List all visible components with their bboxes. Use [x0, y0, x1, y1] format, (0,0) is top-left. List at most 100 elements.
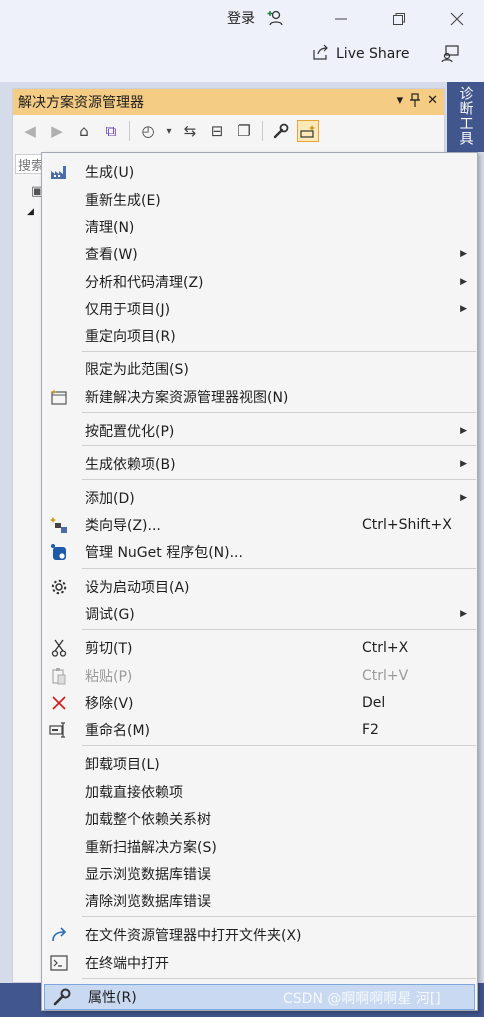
menu-separator: [82, 978, 476, 979]
close-icon[interactable]: ✕: [427, 93, 438, 111]
wrench-icon: [51, 986, 73, 1008]
menu-item[interactable]: 重新扫描解决方案(S): [42, 834, 477, 860]
menu-item-label: 粘贴(P): [85, 669, 133, 685]
menu-item-shortcut: Del: [362, 695, 386, 711]
menu-item[interactable]: 清除浏览数据库错误: [42, 888, 477, 914]
minimize-button[interactable]: [326, 6, 356, 32]
nuget-icon: [48, 541, 70, 563]
menu-item[interactable]: 加载直接依赖项: [42, 779, 477, 805]
menu-item-label: 在终端中打开: [85, 956, 169, 972]
panel-toolbar: ◀ ▶ ⌂ ⧉ ◴ ▾ ⇆ ⊟ ❐: [13, 115, 444, 147]
menu-item-label: 生成(U): [85, 165, 135, 181]
menu-item-label: 分析和代码清理(Z): [85, 275, 204, 291]
menu-item[interactable]: 重定向项目(R): [42, 323, 477, 349]
menu-item-label: 重新生成(E): [85, 193, 161, 209]
context-menu: 生成(U) 重新生成(E) 清理(N) 查看(W) ▶ 分析和代码清理(Z) ▶ 仅用于项目(…: [41, 152, 478, 1011]
menu-item-label: 加载整个依赖关系树: [85, 812, 211, 828]
paste-icon: [48, 665, 70, 687]
account-add-icon[interactable]: [266, 8, 286, 28]
menu-item-label: 新建解决方案资源管理器视图(N): [85, 390, 289, 406]
menu-item-label: 加载直接依赖项: [85, 785, 183, 801]
menu-item-label: 清除浏览数据库错误: [85, 894, 211, 910]
pending-changes-icon[interactable]: ◴: [137, 120, 159, 142]
home-icon[interactable]: ⌂: [73, 120, 95, 142]
menu-item[interactable]: 类向导(Z)... Ctrl+Shift+X: [42, 512, 477, 538]
submenu-arrow-icon: ▶: [460, 609, 467, 619]
back-icon[interactable]: ◀: [19, 120, 41, 142]
menu-item[interactable]: 管理 NuGet 程序包(N)...: [42, 539, 477, 565]
expand-arrow-icon[interactable]: ◢: [27, 207, 34, 217]
menu-item-label: 重定向项目(R): [85, 329, 176, 345]
menu-item-label: 添加(D): [85, 491, 135, 507]
menu-item[interactable]: 查看(W) ▶: [42, 241, 477, 267]
menu-item[interactable]: 重新生成(E): [42, 187, 477, 213]
menu-item-label: 在文件资源管理器中打开文件夹(X): [85, 928, 302, 944]
menu-item-label: 设为启动项目(A): [85, 580, 190, 596]
feedback-icon[interactable]: [440, 44, 460, 64]
menu-item[interactable]: 按配置优化(P) ▶: [42, 418, 477, 444]
menu-item[interactable]: 新建解决方案资源管理器视图(N): [42, 384, 477, 410]
live-share-label: Live Share: [336, 46, 410, 62]
menu-item[interactable]: 卸载项目(L): [42, 751, 477, 777]
menu-item-label: 卸载项目(L): [85, 757, 160, 773]
switch-views-icon[interactable]: ⧉: [100, 120, 122, 142]
menu-item[interactable]: 仅用于项目(J) ▶: [42, 296, 477, 322]
open-folder-icon: [48, 924, 70, 946]
live-share-button[interactable]: Live Share: [312, 44, 409, 64]
preview-selected-icon[interactable]: [297, 120, 319, 142]
remove-icon: [48, 692, 70, 714]
menu-item[interactable]: 在文件资源管理器中打开文件夹(X): [42, 922, 477, 948]
menu-item[interactable]: 清理(N): [42, 214, 477, 240]
properties-icon[interactable]: [270, 120, 292, 142]
rename-icon: [48, 719, 70, 741]
menu-item[interactable]: 剪切(T) Ctrl+X: [42, 635, 477, 661]
menu-separator: [82, 629, 476, 630]
menu-separator: [82, 445, 476, 446]
menu-item-label: 属性(R): [88, 990, 137, 1006]
menu-item-label: 查看(W): [85, 247, 138, 263]
title-bar: 登录 Live Share: [0, 0, 484, 82]
menu-item-label: 显示浏览数据库错误: [85, 867, 211, 883]
collapse-all-icon[interactable]: ⊟: [206, 120, 228, 142]
menu-item[interactable]: 限定为此范围(S): [42, 356, 477, 382]
menu-item[interactable]: 添加(D) ▶: [42, 485, 477, 511]
menu-separator: [82, 412, 476, 413]
diagnostics-tab[interactable]: 诊断工具: [447, 82, 484, 152]
menu-item-shortcut: F2: [362, 722, 379, 738]
pin-icon[interactable]: [410, 93, 421, 111]
close-window-button[interactable]: [442, 6, 472, 32]
submenu-arrow-icon: ▶: [460, 426, 467, 436]
menu-item[interactable]: 调试(G) ▶: [42, 601, 477, 627]
menu-item-shortcut: Ctrl+Shift+X: [362, 517, 452, 533]
panel-title-bar[interactable]: 解决方案资源管理器 ▾ ✕: [13, 89, 444, 115]
menu-item[interactable]: 重命名(M) F2: [42, 717, 477, 743]
menu-item[interactable]: 生成依赖项(B) ▶: [42, 451, 477, 477]
panel-title: 解决方案资源管理器: [18, 95, 144, 111]
submenu-arrow-icon: ▶: [460, 304, 467, 314]
menu-item-label: 按配置优化(P): [85, 424, 175, 440]
menu-item[interactable]: 分析和代码清理(Z) ▶: [42, 269, 477, 295]
build-icon: [48, 161, 70, 183]
menu-item[interactable]: 生成(U): [42, 159, 477, 185]
forward-icon[interactable]: ▶: [46, 120, 68, 142]
scissors-icon: [48, 637, 70, 659]
menu-item[interactable]: 加载整个依赖关系树: [42, 806, 477, 832]
restore-button[interactable]: [384, 6, 414, 32]
share-icon: [312, 44, 330, 64]
menu-item-label: 管理 NuGet 程序包(N)...: [85, 545, 243, 561]
menu-item[interactable]: 显示浏览数据库错误: [42, 861, 477, 887]
chevron-down-icon[interactable]: ▾: [164, 120, 174, 142]
menu-item[interactable]: 在终端中打开: [42, 950, 477, 976]
sync-icon[interactable]: ⇆: [179, 120, 201, 142]
dropdown-icon[interactable]: ▾: [397, 93, 404, 111]
menu-item-label: 仅用于项目(J): [85, 302, 171, 318]
menu-item-label: 重新扫描解决方案(S): [85, 840, 217, 856]
menu-item-label: 类向导(Z)...: [85, 518, 161, 534]
menu-item[interactable]: 移除(V) Del: [42, 690, 477, 716]
show-all-files-icon[interactable]: ❐: [233, 120, 255, 142]
terminal-icon: [48, 952, 70, 974]
menu-item-label: 调试(G): [85, 607, 135, 623]
menu-item[interactable]: 设为启动项目(A): [42, 574, 477, 600]
menu-item-label: 移除(V): [85, 696, 134, 712]
login-link[interactable]: 登录: [227, 8, 255, 28]
